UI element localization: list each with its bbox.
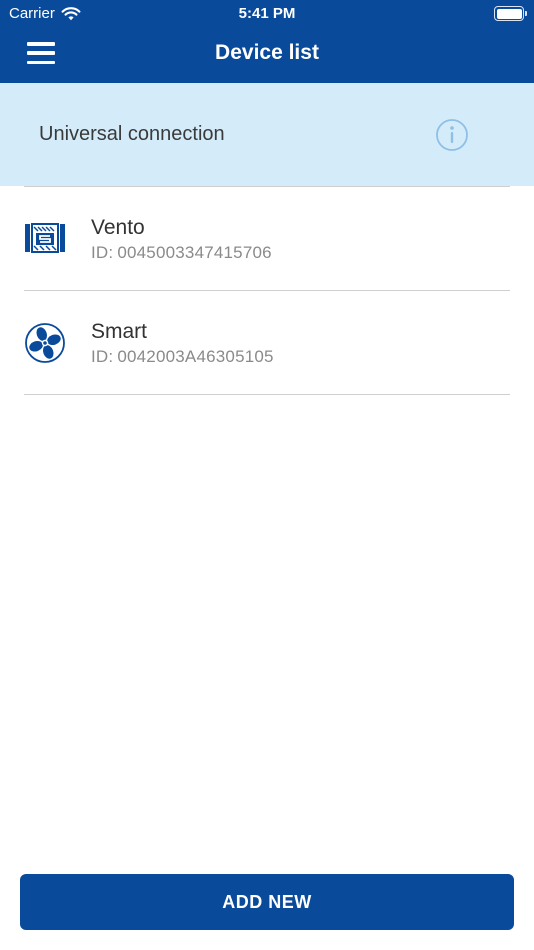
device-id-value: 0042003A46305105 <box>117 347 274 366</box>
vento-unit-icon <box>25 223 65 253</box>
device-id-prefix: ID: <box>91 243 114 262</box>
device-id: ID: 0042003A46305105 <box>91 347 274 367</box>
add-new-button[interactable]: ADD NEW <box>20 874 514 930</box>
fan-icon <box>25 323 65 363</box>
nav-bar: Device list <box>0 28 534 83</box>
universal-connection-banner[interactable]: Universal connection <box>0 83 534 186</box>
battery-level <box>496 8 522 19</box>
status-time: 5:41 PM <box>238 5 296 22</box>
info-icon[interactable] <box>435 118 469 152</box>
device-list-screen: Carrier 5:41 PM Device list Universal co… <box>0 0 534 950</box>
device-item-smart[interactable]: Smart ID: 0042003A46305105 <box>0 291 534 394</box>
page-title: Device list <box>215 41 319 64</box>
device-item-vento[interactable]: Vento ID: 0045003347415706 <box>0 187 534 290</box>
universal-connection-label: Universal connection <box>39 123 225 145</box>
device-name: Smart <box>91 320 148 343</box>
device-id-prefix: ID: <box>91 347 114 366</box>
device-id-value: 0045003347415706 <box>117 243 272 262</box>
divider <box>24 394 510 395</box>
status-bar: Carrier 5:41 PM <box>0 0 534 28</box>
app-header: Carrier 5:41 PM Device list <box>0 0 534 83</box>
device-name: Vento <box>91 216 145 239</box>
device-id: ID: 0045003347415706 <box>91 243 272 263</box>
battery-icon <box>494 6 527 21</box>
